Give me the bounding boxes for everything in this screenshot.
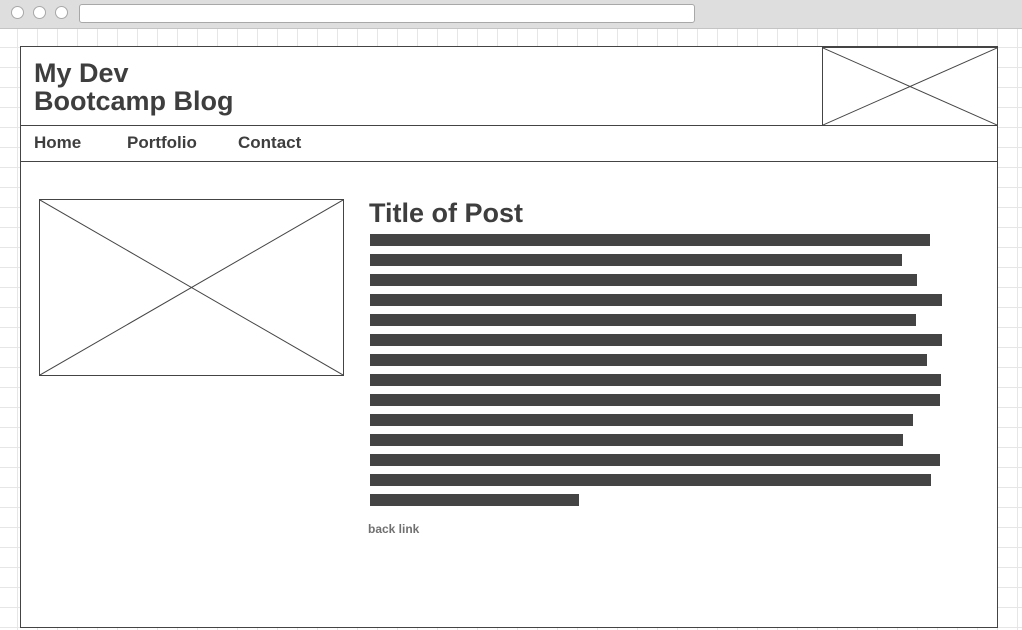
text-placeholder-line — [370, 434, 903, 446]
browser-toolbar — [0, 0, 1022, 29]
nav-item-portfolio[interactable]: Portfolio — [127, 133, 197, 153]
post-image-placeholder — [39, 199, 344, 376]
text-placeholder-line — [370, 374, 941, 386]
main-nav: Home Portfolio Contact — [21, 126, 997, 162]
text-placeholder-line — [370, 414, 913, 426]
text-placeholder-line — [370, 474, 931, 486]
image-placeholder-icon — [40, 200, 343, 375]
nav-item-contact[interactable]: Contact — [238, 133, 301, 153]
blog-title-line-2: Bootcamp Blog — [34, 86, 234, 116]
back-link[interactable]: back link — [368, 522, 419, 536]
site-header: My Dev Bootcamp Blog — [21, 47, 998, 126]
text-placeholder-line — [370, 234, 930, 246]
text-placeholder-line — [370, 494, 579, 506]
address-bar[interactable] — [79, 4, 695, 23]
post-title: Title of Post — [369, 198, 524, 228]
text-placeholder-line — [370, 294, 942, 306]
text-placeholder-line — [370, 254, 902, 266]
blog-title-line-1: My Dev — [34, 58, 129, 88]
blog-title: My Dev Bootcamp Blog — [34, 59, 234, 115]
text-placeholder-line — [370, 354, 927, 366]
maximize-window-button[interactable] — [55, 6, 68, 19]
header-image-placeholder — [822, 47, 998, 126]
text-placeholder-line — [370, 334, 942, 346]
close-window-button[interactable] — [11, 6, 24, 19]
wireframe-page: My Dev Bootcamp Blog Home Portfolio Cont… — [20, 46, 998, 628]
text-placeholder-line — [370, 274, 917, 286]
minimize-window-button[interactable] — [33, 6, 46, 19]
text-placeholder-line — [370, 394, 940, 406]
text-placeholder-line — [370, 314, 916, 326]
image-placeholder-icon — [823, 48, 997, 125]
text-placeholder-line — [370, 454, 940, 466]
nav-item-home[interactable]: Home — [34, 133, 81, 153]
